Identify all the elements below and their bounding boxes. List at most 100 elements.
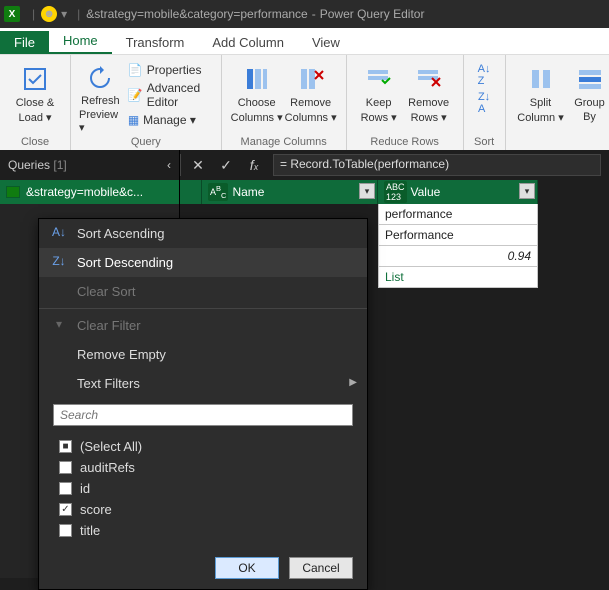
dropdown-indicator-icon[interactable]: ▾ xyxy=(61,7,67,21)
group-label: Query xyxy=(71,136,221,148)
label: Preview ▾ xyxy=(79,109,122,134)
excel-icon: X xyxy=(4,6,20,22)
column-filter-dropdown[interactable]: ▾ xyxy=(359,183,375,199)
group-label: Sort xyxy=(464,136,505,148)
clear-sort-item[interactable]: Clear Sort xyxy=(39,277,367,306)
group-by-button[interactable]: Group By xyxy=(568,59,609,134)
document-name: &strategy=mobile&category=performance xyxy=(86,7,307,21)
keep-rows-icon xyxy=(363,63,395,95)
group-label: Close xyxy=(0,136,70,148)
sort-desc-icon: Z↓ xyxy=(51,254,67,268)
remove-columns-button[interactable]: Remove Columns ▾ xyxy=(284,59,338,134)
cell[interactable]: performance xyxy=(378,203,538,225)
remove-empty-item[interactable]: Remove Empty xyxy=(39,340,367,369)
value-column-cells: performance Performance 0.94 List xyxy=(378,203,538,288)
checkbox-icon xyxy=(59,524,72,537)
chevron-left-icon[interactable]: ‹ xyxy=(167,158,171,172)
cell-list-link[interactable]: List xyxy=(378,266,538,288)
query-item[interactable]: &strategy=mobile&c... xyxy=(0,180,179,204)
properties-button[interactable]: 📄Properties xyxy=(128,63,213,77)
smiley-icon: ☻ xyxy=(41,6,57,22)
type-text-icon: ABC xyxy=(208,183,228,201)
tab-transform[interactable]: Transform xyxy=(112,31,199,54)
group-manage-columns: Choose Columns ▾ Remove Columns ▾ Manage… xyxy=(222,55,347,150)
group-by-icon xyxy=(574,63,606,95)
label: Refresh xyxy=(81,95,120,107)
group-reduce-rows: Keep Rows ▾ Remove Rows ▾ Reduce Rows xyxy=(347,55,464,150)
filter-option[interactable]: id xyxy=(53,478,353,499)
group-label: Reduce Rows xyxy=(347,136,463,148)
filter-search xyxy=(53,404,353,426)
ok-button[interactable]: OK xyxy=(215,557,279,579)
editor-headerbar: Queries [1] ‹ ✕ ✓ fx = Record.ToTable(pe… xyxy=(0,150,609,180)
label: Close & xyxy=(16,97,55,109)
split-column-button[interactable]: Split Column ▾ xyxy=(514,59,568,134)
keep-rows-button[interactable]: Keep Rows ▾ xyxy=(355,59,403,134)
label: Load ▾ xyxy=(18,111,51,124)
tab-file[interactable]: File xyxy=(0,31,49,54)
sort-descending-item[interactable]: Z↓ Sort Descending xyxy=(39,248,367,277)
separator: | xyxy=(77,7,80,21)
close-and-load-button[interactable]: Close & Load ▾ xyxy=(8,59,62,124)
commit-edit-icon[interactable]: ✓ xyxy=(217,157,235,174)
group-close: Close & Load ▾ Close xyxy=(0,55,71,150)
refresh-preview-button[interactable]: Refresh Preview ▾ xyxy=(79,59,122,134)
formula-bar: ✕ ✓ fx = Record.ToTable(performance) xyxy=(180,154,609,176)
queries-panel-header[interactable]: Queries [1] ‹ xyxy=(0,150,180,180)
tab-home[interactable]: Home xyxy=(49,29,112,54)
table-corner[interactable] xyxy=(180,180,202,204)
ribbon-content: Close & Load ▾ Close Refresh Preview ▾ 📄… xyxy=(0,54,609,150)
formula-input[interactable]: = Record.ToTable(performance) xyxy=(273,154,601,176)
checkbox-indeterminate-icon: ■ xyxy=(59,440,72,453)
cell[interactable]: Performance xyxy=(378,224,538,246)
filter-option[interactable]: auditRefs xyxy=(53,457,353,478)
properties-icon: 📄 xyxy=(128,63,143,77)
column-header-value[interactable]: ABC123 Value ▾ xyxy=(378,180,538,204)
filter-search-input[interactable] xyxy=(53,404,353,426)
tab-add-column[interactable]: Add Column xyxy=(198,31,298,54)
cancel-edit-icon[interactable]: ✕ xyxy=(189,157,207,174)
table-icon xyxy=(6,186,20,198)
column-header-name[interactable]: ABC Name ▾ xyxy=(202,180,378,204)
tab-view[interactable]: View xyxy=(298,31,354,54)
query-name: &strategy=mobile&c... xyxy=(26,185,143,199)
sort-asc-icon: A↓Z xyxy=(478,63,491,87)
remove-rows-button[interactable]: Remove Rows ▾ xyxy=(403,59,455,134)
filter-buttons: OK Cancel xyxy=(39,553,367,579)
column-filter-dropdown[interactable]: ▾ xyxy=(519,183,535,199)
group-query: Refresh Preview ▾ 📄Properties 📝Advanced … xyxy=(71,55,222,150)
app-name: Power Query Editor xyxy=(320,7,425,21)
ribbon-tabs: File Home Transform Add Column View xyxy=(0,28,609,54)
refresh-icon xyxy=(84,63,116,93)
filter-select-all[interactable]: ■(Select All) xyxy=(53,436,353,457)
advanced-editor-button[interactable]: 📝Advanced Editor xyxy=(128,81,213,109)
remove-rows-icon xyxy=(413,63,445,95)
checkbox-checked-icon: ✓ xyxy=(59,503,72,516)
column-headers: ABC Name ▾ ABC123 Value ▾ xyxy=(180,180,609,204)
editor-icon: 📝 xyxy=(128,88,143,102)
choose-columns-icon xyxy=(241,63,273,95)
group-transform: Split Column ▾ Group By Da xyxy=(506,55,609,150)
query-options: 📄Properties 📝Advanced Editor ▦Manage ▾ xyxy=(128,59,213,134)
separator: | xyxy=(32,7,35,21)
type-any-icon: ABC123 xyxy=(384,181,407,203)
cancel-button[interactable]: Cancel xyxy=(289,557,353,579)
sort-ascending-item[interactable]: A↓ Sort Ascending xyxy=(39,219,367,248)
ribbon: File Home Transform Add Column View Clos… xyxy=(0,28,609,150)
text-filters-item[interactable]: Text Filters ▶ xyxy=(39,369,367,398)
checkbox-icon xyxy=(59,482,72,495)
checkbox-icon xyxy=(59,461,72,474)
fx-icon[interactable]: fx xyxy=(245,157,263,173)
manage-button[interactable]: ▦Manage ▾ xyxy=(128,113,213,127)
column-filter-popup: A↓ Sort Ascending Z↓ Sort Descending Cle… xyxy=(38,218,368,590)
clear-filter-item[interactable]: ▾ Clear Filter xyxy=(39,311,367,340)
filter-values-list: ■(Select All) auditRefs id ✓score title xyxy=(53,432,353,545)
filter-option[interactable]: title xyxy=(53,520,353,541)
choose-columns-button[interactable]: Choose Columns ▾ xyxy=(230,59,284,134)
filter-option[interactable]: ✓score xyxy=(53,499,353,520)
close-load-icon xyxy=(19,63,51,95)
cell[interactable]: 0.94 xyxy=(378,245,538,267)
sort-asc-button[interactable]: A↓Z xyxy=(472,59,497,87)
sort-desc-button[interactable]: Z↓A xyxy=(472,87,497,115)
title-bar: X | ☻ ▾ | &strategy=mobile&category=perf… xyxy=(0,0,609,28)
